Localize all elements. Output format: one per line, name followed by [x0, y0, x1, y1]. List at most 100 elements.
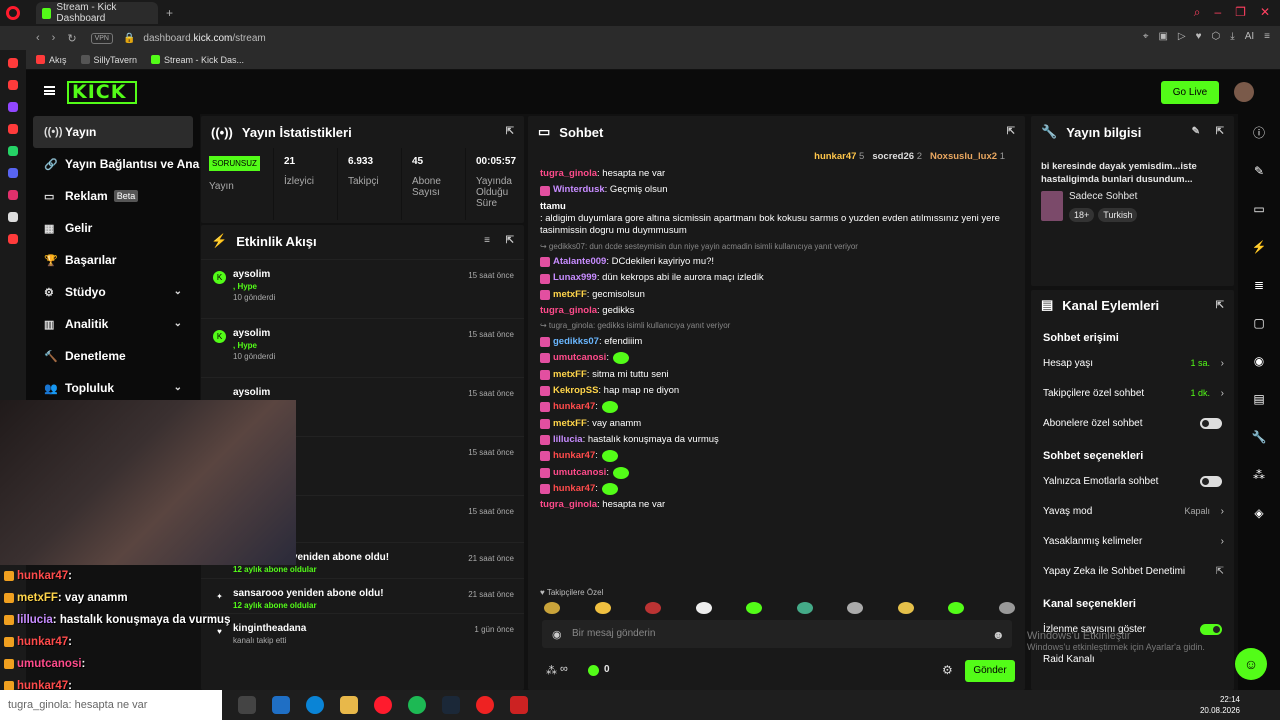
edge-icon[interactable] [306, 696, 324, 714]
store-icon[interactable] [272, 696, 290, 714]
top-gifter[interactable]: socred26 2 [872, 151, 922, 162]
popout-icon[interactable]: ⇱ [1216, 126, 1224, 137]
snapshot-icon[interactable]: ▣ [1158, 31, 1167, 42]
nav-item-achievements[interactable]: 🏆 Başarılar [26, 244, 200, 276]
wrench-icon[interactable]: 🔧 [1238, 418, 1280, 456]
followers-only-setting[interactable]: Takipçilere özel sohbet 1 dk. › [1031, 378, 1234, 408]
instagram-icon[interactable] [8, 190, 18, 200]
chat-input[interactable]: Bir mesaj gönderin [542, 620, 1012, 648]
toggle-switch[interactable] [1200, 475, 1222, 487]
chat-mode-icon[interactable]: ◉ [552, 628, 562, 641]
opera-logo-icon[interactable] [6, 6, 20, 20]
download-icon[interactable]: ⤓ [1230, 31, 1234, 42]
help-chat-button[interactable]: ☺ [1235, 648, 1267, 680]
chat-username[interactable]: umutcanosi [553, 352, 606, 364]
bookmark-item[interactable]: SillyTavern [80, 54, 137, 65]
emote-icon[interactable] [897, 602, 914, 614]
popout-icon[interactable]: ⇱ [1007, 126, 1015, 137]
users-icon[interactable]: ⁂ [1238, 456, 1280, 494]
popout-icon[interactable]: ⇱ [506, 235, 514, 246]
server-icon[interactable]: ▤ [1238, 380, 1280, 418]
explorer-icon[interactable] [340, 696, 358, 714]
discord-icon[interactable] [8, 168, 18, 178]
hamburger-icon[interactable] [44, 86, 55, 95]
popout-icon[interactable]: ⇱ [506, 126, 514, 137]
chat-username[interactable]: tugra_ginola [540, 499, 597, 511]
chat-username[interactable]: hunkar47 [553, 483, 595, 495]
chat-username[interactable]: tugra_ginola [540, 168, 597, 180]
nav-item-stream-key[interactable]: 🔗Yayın Bağlantısı ve Anahtar [26, 148, 200, 180]
chat-username[interactable]: lillucia [553, 434, 583, 446]
chat-username[interactable]: metxFF [553, 369, 587, 381]
emote-icon[interactable] [594, 602, 611, 614]
opera-icon[interactable] [374, 696, 392, 714]
category-thumbnail[interactable] [1041, 190, 1063, 221]
screen-icon[interactable]: ▭ [1238, 190, 1280, 228]
info-icon[interactable]: ⓘ [1238, 114, 1280, 152]
nav-item-analytics[interactable]: ▥ Analitik ⌄ [26, 308, 200, 340]
chat-username[interactable]: metxFF [553, 418, 587, 430]
x-icon[interactable] [8, 212, 18, 222]
forward-icon[interactable]: › [52, 32, 56, 44]
minimize-icon[interactable]: – [1214, 5, 1221, 20]
filter-icon[interactable]: ≡ [484, 235, 490, 246]
chat-username[interactable]: gedikks07 [553, 336, 599, 348]
url-field[interactable]: dashboard.kick.com/stream [143, 33, 265, 44]
whatsapp-icon[interactable] [8, 146, 18, 156]
ai-moderation-setting[interactable]: Yapay Zeka ile Sohbet Denetimi ⇱ [1031, 556, 1234, 586]
bolt-icon[interactable]: ⚡ [1238, 228, 1280, 266]
nav-item-stream[interactable]: ((•)) Yayın [33, 116, 193, 148]
banned-words-setting[interactable]: Yasaklanmış kelimeler › [1031, 526, 1234, 556]
twitch-icon[interactable] [8, 102, 18, 112]
new-tab-icon[interactable]: + [166, 6, 173, 20]
sidebar-app-icon[interactable] [8, 234, 18, 244]
emote-icon[interactable] [847, 602, 864, 614]
chat-username[interactable]: Winterdusk [553, 184, 605, 196]
broadcast-icon[interactable]: ◉ [1238, 342, 1280, 380]
chat-icon[interactable]: ▢ [1238, 304, 1280, 342]
emote-icon[interactable] [948, 602, 965, 614]
chat-username[interactable]: metxFF [553, 289, 587, 301]
chat-username[interactable]: Lunax999 [553, 272, 597, 284]
sidebar-app-icon[interactable] [8, 124, 18, 134]
system-clock[interactable]: 22:14 20.08.2026 [1200, 694, 1240, 716]
heart-icon[interactable]: ♥ [1196, 31, 1202, 42]
play-icon[interactable]: ▷ [1178, 31, 1186, 42]
emote-icon[interactable] [998, 602, 1015, 614]
chat-username[interactable]: hunkar47 [553, 401, 595, 413]
chat-username[interactable]: ttamu [540, 201, 566, 213]
vpn-badge[interactable]: VPN [90, 32, 113, 44]
pin-icon[interactable]: ⌖ [1143, 31, 1149, 42]
list-icon[interactable]: ≣ [1238, 266, 1280, 304]
toggle-switch[interactable] [1200, 417, 1222, 429]
pencil-icon[interactable]: ✎ [1238, 152, 1280, 190]
extensions-icon[interactable]: ⬡ [1212, 31, 1221, 42]
chat-username[interactable]: tugra_ginola [540, 305, 597, 317]
slow-mode-setting[interactable]: Yavaş mod Kapalı › [1031, 496, 1234, 526]
app-icon[interactable] [476, 696, 494, 714]
tag[interactable]: Turkish [1098, 207, 1138, 222]
emote-icon[interactable] [746, 602, 763, 614]
nav-item-revenue[interactable]: ▦ Gelir [26, 212, 200, 244]
kick-logo[interactable]: KICK [67, 81, 137, 104]
nav-item-moderation[interactable]: 🔨 Denetleme [26, 340, 200, 372]
shield-icon[interactable]: ◈ [1238, 494, 1280, 532]
spotify-icon[interactable] [408, 696, 426, 714]
popout-icon[interactable]: ⇱ [1216, 300, 1224, 311]
nav-item-ads[interactable]: ▭ Reklam Beta [26, 180, 200, 212]
back-icon[interactable]: ‹ [36, 32, 40, 44]
settings-icon[interactable]: ⚙ [942, 663, 953, 677]
chat-username[interactable]: umutcanosi [553, 467, 606, 479]
bookmark-item[interactable]: Akış [36, 54, 67, 65]
close-icon[interactable]: ✕ [1260, 5, 1270, 20]
sidebar-app-icon[interactable] [8, 58, 18, 68]
steam-icon[interactable] [442, 696, 460, 714]
search-icon[interactable]: ⌕ [1194, 5, 1201, 20]
avatar[interactable] [1234, 82, 1254, 102]
app-icon[interactable] [510, 696, 528, 714]
go-live-button[interactable]: Go Live [1161, 81, 1219, 104]
top-gifter[interactable]: Noxsuslu_lux2 1 [930, 151, 1005, 162]
chat-username[interactable]: hunkar47 [553, 450, 595, 462]
send-button[interactable]: Gönder [965, 660, 1015, 682]
emote-icon[interactable] [645, 602, 662, 614]
